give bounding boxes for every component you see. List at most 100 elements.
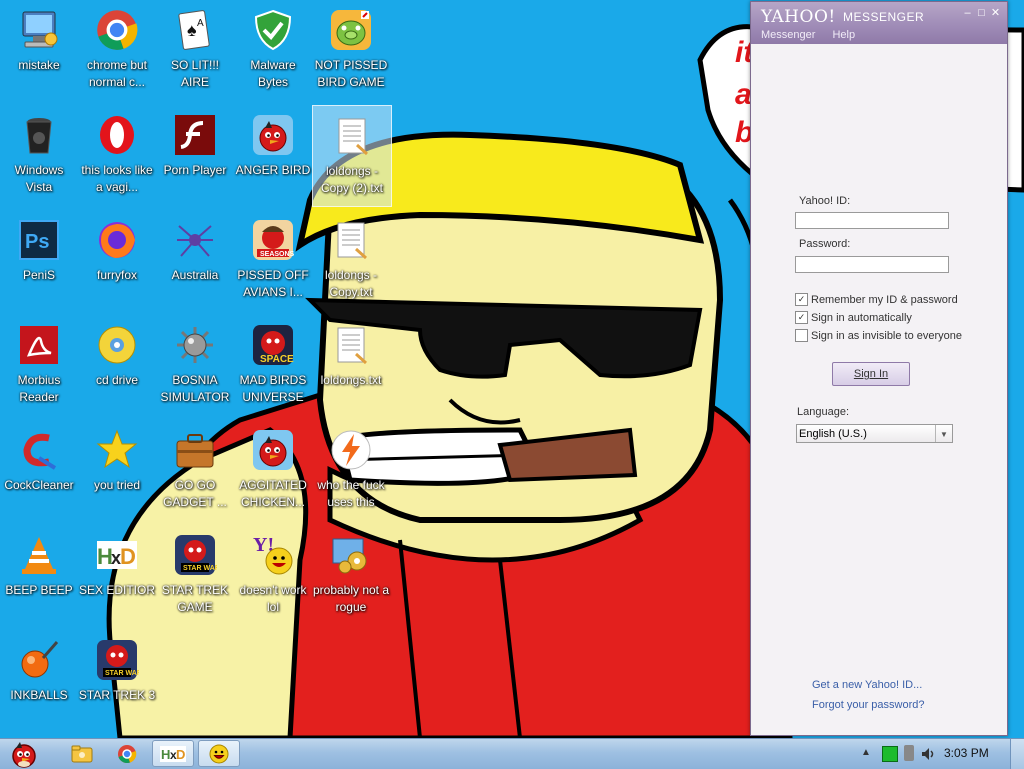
recycle-bin-icon [15, 111, 63, 159]
desktop-icon[interactable]: GO GO GADGET ... [156, 420, 234, 520]
desktop-icon[interactable]: loldongs - Copy (2).txt [312, 105, 392, 207]
text-file-icon [327, 321, 375, 369]
sign-in-button[interactable]: Sign In [832, 362, 910, 386]
desktop-icon[interactable]: STAR WARS STAR TREK GAME [156, 525, 234, 625]
desktop-icon[interactable]: INKBALLS [0, 630, 78, 730]
inkball-icon [15, 636, 63, 684]
desktop-icon-label: furryfox [96, 268, 137, 282]
volume-icon[interactable] [920, 746, 936, 762]
ccleaner-icon [15, 426, 63, 474]
desktop-icon[interactable]: cd drive [78, 315, 156, 415]
forgot-password-link[interactable]: Forgot your password? [812, 699, 925, 711]
desktop-icon[interactable]: Australia [156, 210, 234, 310]
maximize-button[interactable]: □ [975, 7, 988, 20]
password-input[interactable] [795, 256, 949, 273]
desktop-icon[interactable]: Ps PeniS [0, 210, 78, 310]
desktop-icon-label: loldongs - Copy (2).txt [320, 164, 383, 195]
language-label: Language: [797, 406, 849, 418]
yahoo-messenger-titlebar[interactable]: YAHOO! MESSENGER – □ ✕ Messenger Help [751, 2, 1007, 44]
desktop-icon[interactable]: you tried [78, 420, 156, 520]
remember-checkbox-label: Remember my ID & password [811, 293, 958, 306]
desktop-icon[interactable]: STAR WARS STAR TREK 3 [78, 630, 156, 730]
menu-messenger[interactable]: Messenger [761, 29, 815, 41]
battery-icon[interactable] [904, 745, 914, 761]
svg-text:STAR WARS: STAR WARS [183, 565, 217, 572]
minimize-button[interactable]: – [961, 7, 974, 20]
angry-birds-star-wars-icon: STAR WARS [93, 636, 141, 684]
desktop-icon-label: STAR TREK GAME [161, 583, 229, 614]
desktop-icon[interactable]: SEASONS PISSED OFF AVIANS I... [234, 210, 312, 310]
auto-signin-checkbox-label: Sign in automatically [811, 311, 912, 324]
star-icon [93, 426, 141, 474]
svg-text:H: H [161, 747, 170, 762]
yahoo-id-input[interactable] [795, 212, 949, 229]
network-icon[interactable] [882, 746, 898, 762]
desktop-icon-label: PeniS [22, 268, 56, 282]
desktop-icon-label: Morbius Reader [17, 373, 61, 404]
taskbar-chrome-button[interactable] [107, 740, 147, 767]
desktop-icon[interactable]: Malware Bytes [234, 0, 312, 100]
angry-birds-star-wars-icon: STAR WARS [171, 531, 219, 579]
desktop-icon[interactable]: mistake [0, 0, 78, 100]
auto-signin-checkbox-box[interactable]: ✓ [795, 311, 808, 324]
close-button[interactable]: ✕ [989, 7, 1002, 20]
desktop-icon[interactable]: SPACE MAD BIRDS UNIVERSE [234, 315, 312, 415]
invisible-checkbox-box[interactable] [795, 329, 808, 342]
taskbar-explorer-button[interactable] [62, 740, 102, 767]
svg-text:♠: ♠ [187, 20, 197, 40]
yahoo-smiley-icon [209, 744, 229, 763]
desktop-icon[interactable]: this looks like a vagi... [78, 105, 156, 205]
hxd-icon: H x D [160, 745, 186, 762]
show-desktop-button[interactable] [1010, 739, 1024, 769]
text-file-icon [327, 216, 375, 264]
desktop-icon[interactable]: AGGITATED CHICKEN... [234, 420, 312, 520]
get-new-id-link[interactable]: Get a new Yahoo! ID... [812, 679, 922, 691]
tray-chevron-up-icon[interactable]: ▲ [861, 747, 871, 758]
taskbar-yahoo-button[interactable] [198, 740, 240, 767]
desktop-icon[interactable]: loldongs.txt [312, 315, 390, 415]
remember-checkbox[interactable]: ✓ Remember my ID & password [795, 293, 958, 306]
yahoo-logo: YAHOO! [761, 7, 836, 27]
menu-help[interactable]: Help [832, 29, 855, 41]
desktop-icon-label: chrome but normal c... [86, 58, 148, 89]
hxd-icon: HxD [93, 531, 141, 579]
desktop-icon[interactable]: who the fuck uses this [312, 420, 390, 520]
invisible-checkbox[interactable]: Sign in as invisible to everyone [795, 329, 962, 342]
firefox-icon [93, 216, 141, 264]
green-pig-icon [327, 6, 375, 54]
auto-signin-checkbox[interactable]: ✓ Sign in automatically [795, 311, 912, 324]
desktop-icon[interactable]: loldongs - Copy.txt [312, 210, 390, 310]
tray-clock[interactable]: 3:03 PM [944, 746, 989, 760]
desktop-icon[interactable]: Windows Vista [0, 105, 78, 205]
taskbar-hxd-button[interactable]: H x D [152, 740, 194, 767]
mine-icon [171, 321, 219, 369]
desktop-icon-label: GO GO GADGET ... [163, 478, 227, 509]
desktop-icon[interactable]: furryfox [78, 210, 156, 310]
remember-checkbox-box[interactable]: ✓ [795, 293, 808, 306]
desktop-icon[interactable]: ♠ A SO LIT!!! AIRE [156, 0, 234, 100]
desktop-icon-label: BOSNIA SIMULATOR [160, 373, 230, 404]
svg-text:D: D [176, 747, 185, 762]
svg-text:STAR WARS: STAR WARS [105, 670, 139, 677]
desktop-icon[interactable]: Porn Player [156, 105, 234, 205]
desktop-icon-label: mistake [18, 58, 60, 72]
chevron-down-icon[interactable]: ▼ [935, 425, 952, 442]
desktop-icon[interactable]: NOT PISSED BIRD GAME [312, 0, 390, 100]
desktop-icon[interactable]: probably not a rogue [312, 525, 390, 625]
invisible-checkbox-label: Sign in as invisible to everyone [811, 329, 963, 342]
angry-bird-icon [249, 111, 297, 159]
desktop-icon[interactable]: BOSNIA SIMULATOR [156, 315, 234, 415]
desktop-icon[interactable]: ANGER BIRD [234, 105, 312, 205]
desktop-icon[interactable]: CockCleaner [0, 420, 78, 520]
desktop-icon[interactable]: Hx D SEX EDITIOR [78, 525, 156, 625]
start-button[interactable] [2, 740, 46, 768]
desktop-icon-label: Australia [171, 268, 219, 282]
svg-text:SPACE: SPACE [260, 354, 294, 365]
yahoo-messenger-window[interactable]: YAHOO! MESSENGER – □ ✕ Messenger Help Ya… [750, 1, 1008, 736]
desktop-icon[interactable]: BEEP BEEP [0, 525, 78, 625]
taskbar: H x D ▲ 3:03 PM [0, 738, 1024, 769]
language-select[interactable]: English (U.S.) ▼ [796, 424, 953, 443]
desktop-icon[interactable]: chrome but normal c... [78, 0, 156, 100]
desktop-icon[interactable]: Morbius Reader [0, 315, 78, 415]
desktop-icon[interactable]: Y! doesn't work lol [234, 525, 312, 625]
